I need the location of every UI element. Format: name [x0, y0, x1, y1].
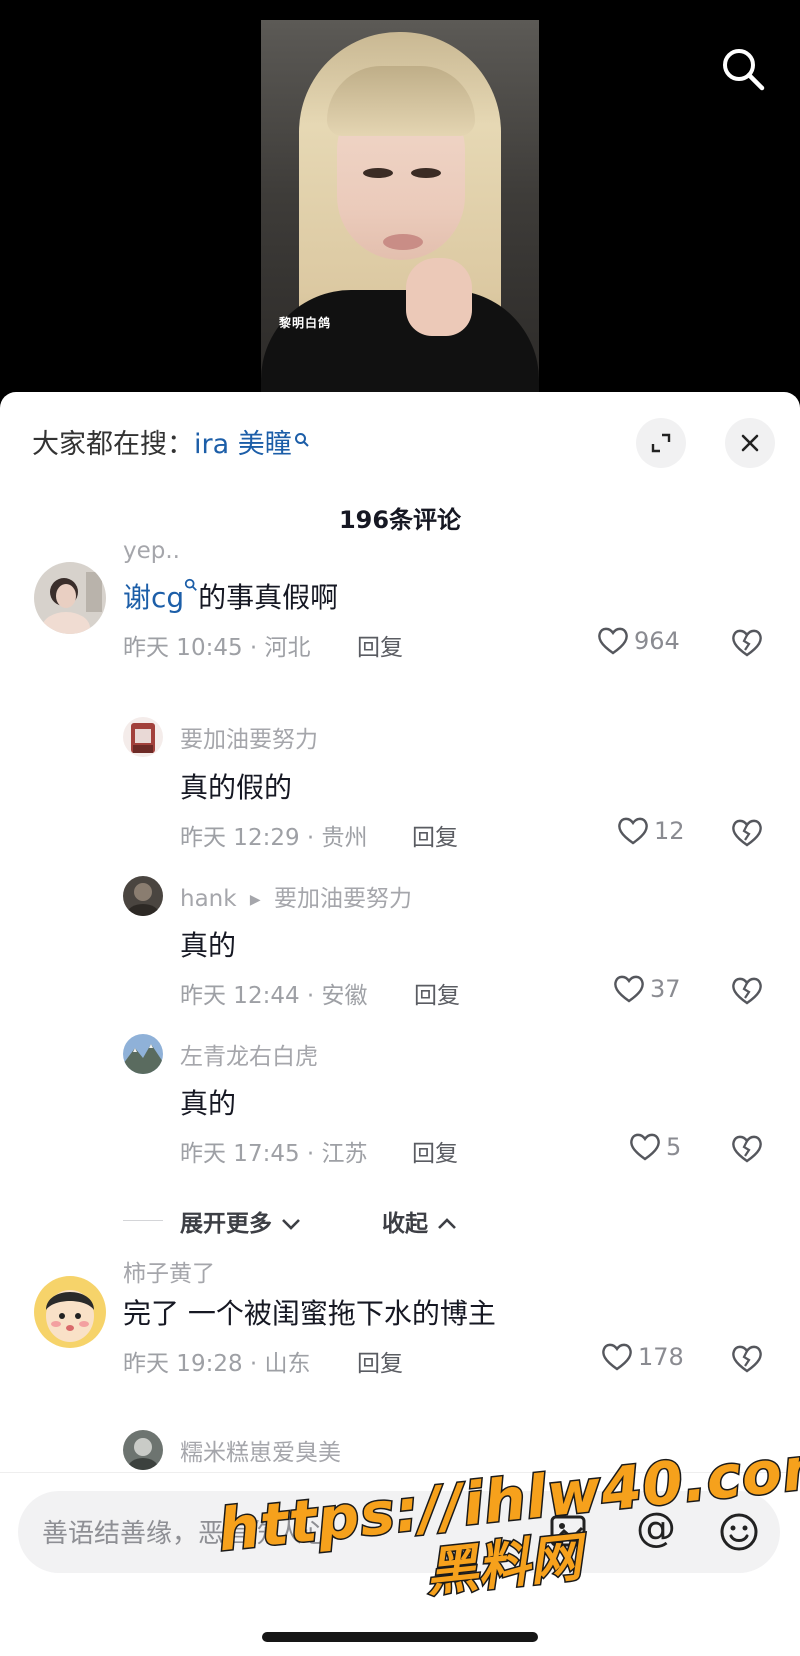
heart-icon: [598, 627, 628, 655]
video-player[interactable]: 黎明白鸽: [0, 0, 800, 420]
comment-text: 真的: [180, 929, 237, 962]
reply-button[interactable]: 回复: [357, 628, 403, 662]
comment-sheet: 大家都在搜：ira 美瞳 196条评论 yep.. 谢cg 的事真假啊 昨天 10…: [0, 392, 800, 1656]
avatar[interactable]: [123, 1034, 163, 1074]
comment-count-title: 196条评论: [338, 506, 462, 534]
like-count: 178: [638, 1343, 684, 1371]
dislike-button[interactable]: [730, 1344, 764, 1378]
comment-username[interactable]: 糯米糕崽爱臭美: [180, 1433, 341, 1467]
comment-username[interactable]: hank ▶ 要加油要努力: [180, 879, 412, 913]
broken-heart-icon: [732, 819, 762, 847]
collapse-label: 收起: [382, 1211, 428, 1237]
comment-input-placeholder: 善语结善缘，恶言伤人心: [42, 1519, 329, 1549]
reply-button[interactable]: 回复: [412, 818, 458, 852]
comment-username[interactable]: 左青龙右白虎: [180, 1037, 318, 1071]
video-figure-eye: [363, 168, 393, 178]
comment-time-location: 昨天 12:44 · 安徽: [180, 983, 368, 1009]
image-icon[interactable]: [548, 1511, 588, 1555]
trending-prefix: 大家都在搜：: [32, 429, 194, 460]
replies-expand-row: 展开更多 收起: [0, 1204, 800, 1238]
comment-input-bar: 善语结善缘，恶言伤人心 @: [0, 1472, 800, 1656]
home-indicator[interactable]: [262, 1632, 538, 1642]
dislike-button[interactable]: [730, 976, 764, 1010]
heart-icon: [614, 975, 644, 1003]
broken-heart-icon: [732, 1135, 762, 1163]
comment-time-location: 昨天 19:28 · 山东: [123, 1351, 311, 1377]
search-icon: [185, 578, 198, 591]
reply-arrow-icon: ▶: [249, 891, 261, 908]
close-icon: [741, 434, 759, 452]
dislike-button[interactable]: [730, 1134, 764, 1168]
avatar[interactable]: [123, 876, 163, 916]
broken-heart-icon: [732, 1345, 762, 1373]
search-icon: [294, 424, 310, 455]
heart-icon: [630, 1133, 660, 1161]
trending-search[interactable]: 大家都在搜：ira 美瞳: [32, 422, 310, 461]
comment-text: 真的: [180, 1087, 237, 1120]
like-button[interactable]: 37: [612, 974, 681, 1004]
dislike-button[interactable]: [730, 628, 764, 662]
reply-button[interactable]: 回复: [412, 1134, 458, 1168]
comment-time-location: 昨天 10:45 · 河北: [123, 635, 311, 661]
broken-heart-icon: [732, 629, 762, 657]
heart-icon: [618, 817, 648, 845]
comment-input[interactable]: 善语结善缘，恶言伤人心 @: [18, 1491, 780, 1573]
comment-time-location: 昨天 17:45 · 江苏: [180, 1141, 368, 1167]
mention-button[interactable]: @: [636, 1505, 676, 1551]
expand-icon: [651, 433, 671, 453]
comment-text: 谢cg 的事真假啊: [123, 576, 338, 616]
like-count: 964: [634, 627, 680, 655]
trending-keyword[interactable]: ira 美瞳: [194, 429, 292, 460]
like-count: 5: [666, 1133, 682, 1161]
reply-button[interactable]: 回复: [414, 976, 460, 1010]
comment-username[interactable]: 要加油要努力: [180, 720, 318, 754]
reply-author[interactable]: hank: [180, 886, 237, 912]
video-frame[interactable]: 黎明白鸽: [261, 20, 539, 412]
video-figure-lips: [383, 234, 423, 250]
video-figure-bangs: [327, 66, 475, 136]
like-button[interactable]: 178: [600, 1342, 684, 1372]
dislike-button[interactable]: [730, 818, 764, 852]
like-button[interactable]: 5: [628, 1132, 681, 1162]
expand-more-button[interactable]: 展开更多: [180, 1204, 302, 1238]
chevron-down-icon: [282, 1219, 300, 1230]
avatar[interactable]: [123, 1430, 163, 1470]
comment-keyword-link[interactable]: 谢cg: [123, 581, 184, 614]
like-count: 37: [650, 975, 681, 1003]
avatar[interactable]: [34, 562, 106, 634]
avatar[interactable]: [34, 1276, 106, 1348]
like-button[interactable]: 964: [596, 626, 680, 656]
video-figure-eye: [411, 168, 441, 178]
avatar[interactable]: [123, 717, 163, 757]
video-caption: 黎明白鸽: [279, 316, 332, 330]
expand-sheet-button[interactable]: [636, 418, 686, 468]
expand-more-label: 展开更多: [180, 1211, 272, 1237]
video-figure-hand: [406, 258, 472, 336]
collapse-button[interactable]: 收起: [382, 1204, 458, 1238]
search-icon[interactable]: [718, 44, 768, 94]
reply-target[interactable]: 要加油要努力: [274, 886, 412, 912]
like-count: 12: [654, 817, 685, 845]
comment-text: 真的假的: [180, 771, 293, 804]
divider: [123, 1220, 163, 1221]
comment-text-rest: 的事真假啊: [198, 581, 339, 614]
broken-heart-icon: [732, 977, 762, 1005]
comment-username[interactable]: 柿子黄了: [123, 1254, 215, 1288]
reply-button[interactable]: 回复: [357, 1344, 403, 1378]
chevron-up-icon: [438, 1218, 456, 1229]
comment-time-location: 昨天 12:29 · 贵州: [180, 825, 368, 851]
comment-username[interactable]: yep..: [123, 538, 180, 564]
emoji-icon[interactable]: [718, 1511, 760, 1557]
like-button[interactable]: 12: [616, 816, 685, 846]
comment-text: 完了 一个被闺蜜拖下水的博主: [123, 1297, 496, 1330]
heart-icon: [602, 1343, 632, 1371]
close-button[interactable]: [725, 418, 775, 468]
